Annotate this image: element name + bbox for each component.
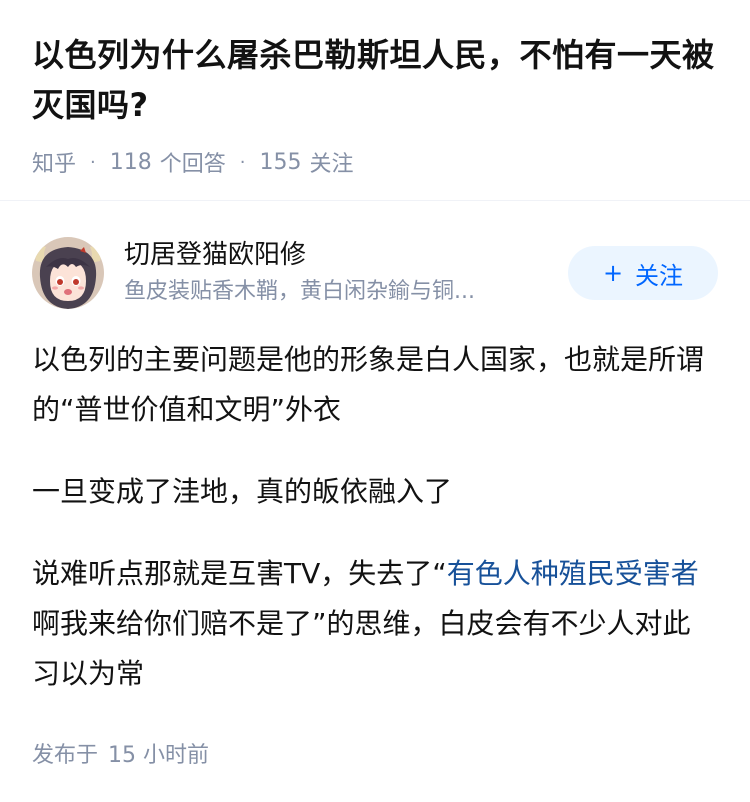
answer-body: 以色列的主要问题是他的形象是白人国家，也就是所谓的“普世价值和文明”外衣 一旦变… — [0, 309, 750, 699]
author-card: 切居登猫欧阳修 鱼皮装贴香木鞘，黄白闲杂鍮与铜... + 关注 — [0, 201, 750, 309]
author-bio: 鱼皮装贴香木鞘，黄白闲杂鍮与铜... — [124, 279, 475, 304]
author-info: 切居登猫欧阳修 鱼皮装贴香木鞘，黄白闲杂鍮与铜... — [124, 238, 554, 308]
meta-separator: · — [90, 151, 96, 173]
answer-count-label: 个回答 — [159, 152, 226, 177]
answer-paragraph: 说难听点那就是互害TV，失去了“有色人种殖民受害者啊我来给你们赔不是了”的思维，… — [32, 549, 718, 699]
publish-label: 发布于 — [32, 743, 99, 768]
plus-icon: + — [602, 259, 624, 287]
follow-button[interactable]: + 关注 — [568, 246, 718, 300]
follower-count: 155 — [259, 149, 302, 175]
anime-avatar-icon[interactable] — [32, 237, 104, 309]
follow-button-label: 关注 — [635, 261, 684, 290]
publish-time: 15 小时前 — [108, 743, 210, 768]
answer-paragraph: 以色列的主要问题是他的形象是白人国家，也就是所谓的“普世价值和文明”外衣 — [32, 343, 705, 426]
answer-paragraph: 一旦变成了洼地，真的皈依融入了 — [32, 475, 453, 508]
question-header: 以色列为什么屠杀巴勒斯坦人民，不怕有一天被灭国吗? 知乎 · 118 个回答 ·… — [0, 0, 750, 178]
paragraph-text: 说难听点那就是互害TV，失去了“ — [32, 557, 447, 590]
answer-page: 以色列为什么屠杀巴勒斯坦人民，不怕有一天被灭国吗? 知乎 · 118 个回答 ·… — [0, 0, 750, 802]
search-keyword-link[interactable]: 有色人种殖民受害者 — [447, 557, 699, 590]
source-label[interactable]: 知乎 — [32, 146, 76, 178]
follower-count-label: 关注 — [309, 152, 354, 177]
answer-count: 118 — [109, 149, 152, 175]
paragraph-text: 啊我来给你们赔不是了”的思维，白皮会有不少人对此习以为常 — [32, 607, 691, 690]
question-title[interactable]: 以色列为什么屠杀巴勒斯坦人民，不怕有一天被灭国吗? — [32, 30, 718, 130]
avatar-image — [32, 237, 104, 309]
question-meta: 知乎 · 118 个回答 · 155 关注 — [32, 146, 718, 178]
publish-info: 发布于 15 小时前 — [0, 731, 750, 769]
author-name[interactable]: 切居登猫欧阳修 — [124, 238, 554, 272]
meta-separator: · — [239, 151, 246, 173]
